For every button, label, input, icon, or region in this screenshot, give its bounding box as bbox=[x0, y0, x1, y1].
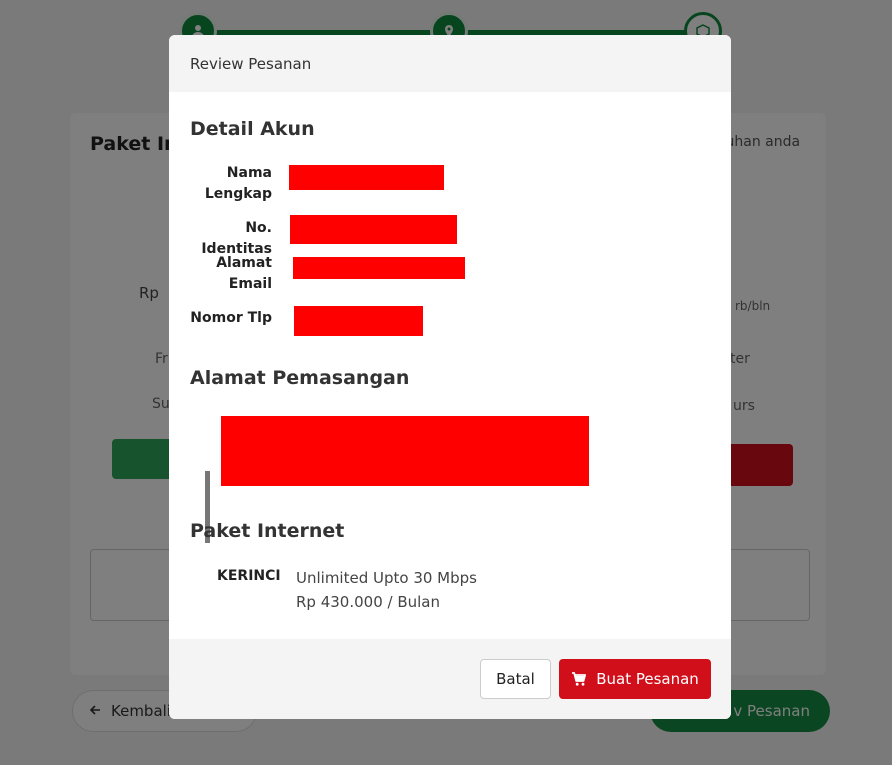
redacted-full-name bbox=[289, 165, 444, 190]
redacted-address bbox=[221, 416, 589, 486]
create-order-button[interactable]: Buat Pesanan bbox=[559, 659, 711, 699]
modal-body: Detail Akun Nama Lengkap No. Identitas A… bbox=[169, 92, 731, 639]
modal-footer: Batal Buat Pesanan bbox=[169, 639, 731, 719]
package-section-heading: Paket Internet bbox=[190, 520, 345, 542]
field-label-phone: Nomor Tlp bbox=[190, 310, 272, 326]
create-order-button-label: Buat Pesanan bbox=[596, 670, 699, 688]
account-section-heading: Detail Akun bbox=[190, 118, 315, 140]
package-region: KERINCI bbox=[217, 568, 281, 584]
redacted-phone bbox=[294, 306, 423, 336]
modal-header: Review Pesanan bbox=[169, 35, 731, 92]
package-plan-price: Rp 430.000 / Bulan bbox=[296, 593, 440, 611]
cart-icon bbox=[571, 671, 587, 687]
field-label-full-name: Nama Lengkap bbox=[204, 165, 272, 202]
cancel-button-label: Batal bbox=[496, 670, 535, 688]
redacted-email bbox=[293, 257, 465, 279]
cancel-button[interactable]: Batal bbox=[480, 659, 551, 699]
address-section-heading: Alamat Pemasangan bbox=[190, 367, 410, 389]
review-order-modal: Review Pesanan Detail Akun Nama Lengkap … bbox=[169, 35, 731, 719]
field-label-email: Alamat Email bbox=[216, 255, 272, 292]
modal-title: Review Pesanan bbox=[190, 54, 312, 73]
package-plan-name: Unlimited Upto 30 Mbps bbox=[296, 569, 477, 587]
redacted-id-number bbox=[290, 215, 457, 244]
